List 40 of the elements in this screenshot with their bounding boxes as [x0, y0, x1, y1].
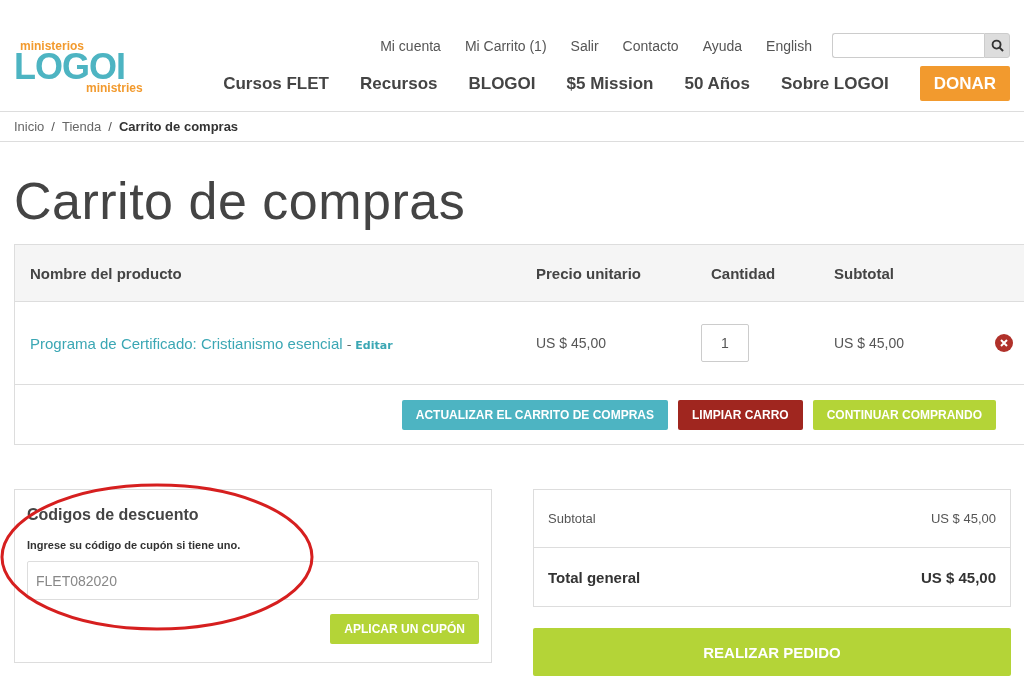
- logo-text: ministries: [86, 82, 143, 94]
- column-header: Cantidad: [711, 264, 777, 282]
- main-nav-link[interactable]: 50 Años: [684, 73, 750, 94]
- main-nav-link[interactable]: Sobre LOGOI: [780, 73, 889, 94]
- top-nav-link[interactable]: Mi Carrito (1): [464, 37, 547, 54]
- page-title: Carrito de compras: [14, 171, 467, 232]
- remove-button[interactable]: [995, 334, 1013, 352]
- breadcrumb-link[interactable]: Tienda: [62, 119, 102, 134]
- breadcrumb-link[interactable]: Inicio: [14, 119, 45, 134]
- search-icon: [990, 39, 1004, 52]
- logo-text: ministerios: [20, 40, 85, 52]
- breadcrumb-separator: /: [108, 119, 112, 134]
- main-nav-link[interactable]: $5 Mission: [566, 73, 654, 94]
- top-nav-link[interactable]: English: [766, 37, 812, 54]
- close-icon: [1000, 339, 1008, 347]
- main-nav-link[interactable]: Cursos FLET: [223, 73, 329, 94]
- coupon-input[interactable]: FLET082020: [27, 561, 479, 600]
- column-header: Nombre del producto: [30, 264, 183, 282]
- top-nav-link[interactable]: Ayuda: [702, 37, 743, 54]
- top-nav-link[interactable]: Contacto: [622, 37, 679, 54]
- totals-value: US $ 45,00: [920, 568, 996, 586]
- search-field[interactable]: [832, 33, 984, 58]
- breadcrumb-link[interactable]: Carrito de compras: [118, 119, 239, 134]
- totals-label: Total general: [548, 568, 641, 586]
- separator-text: -: [346, 336, 352, 352]
- top-nav-link[interactable]: Mi cuenta: [380, 37, 441, 54]
- breadcrumb-separator: /: [51, 119, 55, 134]
- top-nav-link[interactable]: Salir: [570, 37, 599, 54]
- column-header: Subtotal: [834, 264, 895, 282]
- totals-value: US $ 45,00: [930, 511, 996, 526]
- quantity-input[interactable]: 1: [701, 324, 749, 362]
- cart-action-button[interactable]: LIMPIAR CARRO: [678, 399, 803, 430]
- main-nav-link[interactable]: Recursos: [360, 73, 438, 94]
- coupon-hint: Ingrese su código de cupón si tiene uno.: [27, 539, 242, 551]
- price-cell-text: US $ 45,00: [536, 335, 608, 351]
- main-nav-link[interactable]: BLOGOI: [468, 73, 536, 94]
- column-header: Precio unitario: [536, 264, 643, 282]
- subtotal-cell-text: US $ 45,00: [834, 335, 906, 351]
- search-button[interactable]: [984, 33, 1010, 58]
- totals-label: Subtotal: [548, 511, 596, 526]
